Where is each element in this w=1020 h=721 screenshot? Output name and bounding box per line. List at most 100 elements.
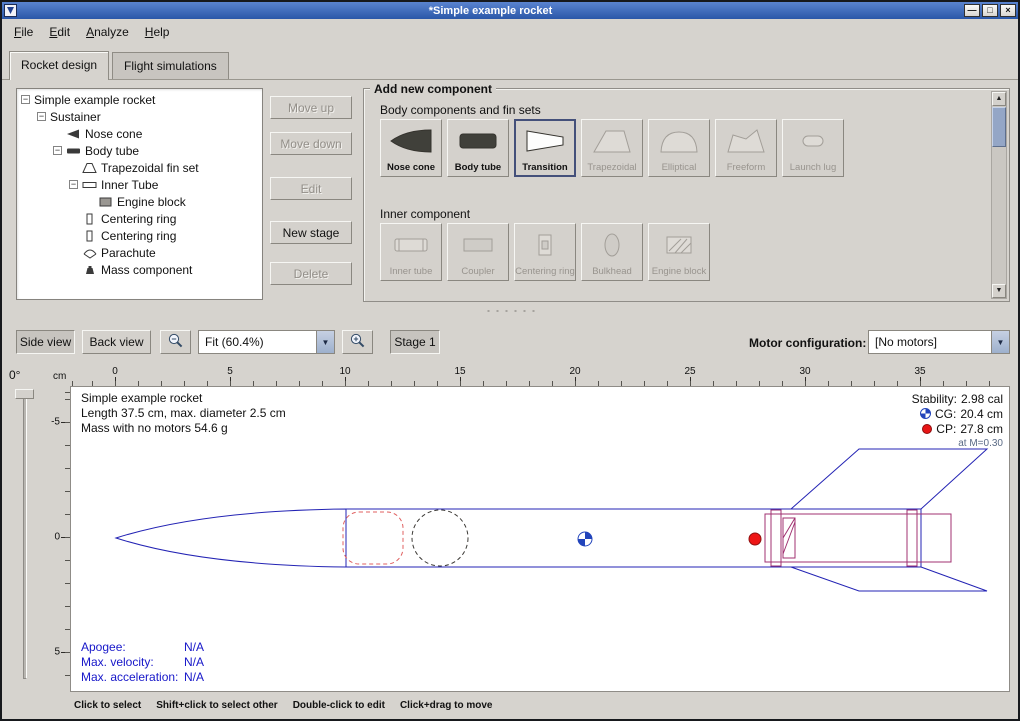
status-hint: Double-click to edit bbox=[293, 700, 385, 711]
rocket-info-line: Mass with no motors 54.6 g bbox=[81, 421, 286, 436]
flight-data: Apogee:N/AMax. velocity:N/AMax. accelera… bbox=[81, 640, 204, 685]
design-canvas[interactable]: Simple example rocket Length 37.5 cm, ma… bbox=[70, 386, 1010, 692]
back-view-button[interactable]: Back view bbox=[82, 330, 151, 354]
scroll-up-icon[interactable]: ▲ bbox=[992, 92, 1006, 106]
component-button-label: Trapezoidal bbox=[587, 162, 636, 176]
component-scrollbar[interactable]: ▲ ▼ bbox=[991, 91, 1007, 299]
menu-file[interactable]: File bbox=[6, 21, 41, 43]
side-view-button[interactable]: Side view bbox=[16, 330, 75, 354]
mass-icon bbox=[82, 264, 98, 276]
close-icon[interactable]: × bbox=[1000, 4, 1016, 17]
component-button-label: Centering ring bbox=[515, 266, 575, 280]
component-centering-ring-button: Centering ring bbox=[514, 223, 576, 281]
tree-item-label: Inner Tube bbox=[101, 178, 158, 192]
chevron-down-icon[interactable]: ▼ bbox=[316, 331, 334, 353]
component-nose-cone-button[interactable]: Nose cone bbox=[380, 119, 442, 177]
ruler-tick bbox=[575, 377, 576, 386]
tree-item-simple-example-rocket[interactable]: −Simple example rocket bbox=[17, 91, 262, 108]
tree-item-trapezoidal-fin-set[interactable]: Trapezoidal fin set bbox=[17, 159, 262, 176]
tree-item-inner-tube[interactable]: − Inner Tube bbox=[17, 176, 262, 193]
motor-configuration-select[interactable]: [No motors] ▼ bbox=[868, 330, 1010, 354]
component-button-label: Launch lug bbox=[790, 162, 836, 176]
ruler-label: -5 bbox=[51, 417, 60, 428]
tree-item-mass-component[interactable]: Mass component bbox=[17, 261, 262, 278]
tree-item-engine-block[interactable]: Engine block bbox=[17, 193, 262, 210]
centering-ring-aft-shape[interactable] bbox=[907, 510, 917, 566]
component-button-label: Freeform bbox=[727, 162, 766, 176]
maximize-icon[interactable]: □ bbox=[982, 4, 998, 17]
chevron-down-icon[interactable]: ▼ bbox=[991, 331, 1009, 353]
fin-lower-shape[interactable] bbox=[791, 567, 987, 591]
move-down-button: Move down bbox=[270, 132, 352, 155]
component-transition-button[interactable]: Transition bbox=[514, 119, 576, 177]
scroll-down-icon[interactable]: ▼ bbox=[992, 284, 1006, 298]
tree-item-parachute[interactable]: Parachute bbox=[17, 244, 262, 261]
tree-item-label: Parachute bbox=[101, 246, 156, 260]
menu-edit[interactable]: Edit bbox=[41, 21, 78, 43]
centeringring-icon bbox=[523, 224, 567, 266]
tab-flight-simulations[interactable]: Flight simulations bbox=[112, 52, 229, 79]
tree-item-centering-ring[interactable]: Centering ring bbox=[17, 227, 262, 244]
nose-cone-shape[interactable] bbox=[116, 509, 346, 567]
rotation-slider-handle[interactable] bbox=[15, 389, 34, 399]
nosecone-icon bbox=[66, 128, 82, 140]
flight-data-value: N/A bbox=[184, 640, 204, 654]
ruler-tick bbox=[805, 377, 806, 386]
tree-item-nose-cone[interactable]: Nose cone bbox=[17, 125, 262, 142]
motor-configuration-value: [No motors] bbox=[869, 335, 991, 349]
tree-item-body-tube[interactable]: −Body tube bbox=[17, 142, 262, 159]
centering-ring-fore-shape[interactable] bbox=[771, 510, 781, 566]
fin-upper-shape[interactable] bbox=[791, 449, 987, 509]
tree-item-label: Centering ring bbox=[101, 229, 176, 243]
rotation-value: 0° bbox=[9, 368, 20, 382]
parachute-shape[interactable] bbox=[343, 512, 403, 564]
new-stage-button[interactable]: New stage bbox=[270, 221, 352, 244]
cg-label: CG: bbox=[935, 407, 956, 421]
flight-data-label: Max. velocity: bbox=[81, 655, 184, 670]
cp-label: CP: bbox=[936, 422, 956, 436]
expander-icon[interactable]: − bbox=[37, 112, 46, 121]
expander-icon[interactable]: − bbox=[21, 95, 30, 104]
zoom-in-button[interactable] bbox=[342, 330, 373, 354]
menu-help[interactable]: Help bbox=[137, 21, 178, 43]
splitter-handle[interactable] bbox=[484, 309, 536, 313]
tree-item-label: Centering ring bbox=[101, 212, 176, 226]
tree-item-sustainer[interactable]: −Sustainer bbox=[17, 108, 262, 125]
scrollbar-thumb[interactable] bbox=[992, 107, 1006, 147]
body-tube-shape[interactable] bbox=[346, 509, 921, 567]
ruler-label: 20 bbox=[569, 366, 580, 377]
menu-analyze[interactable]: Analyze bbox=[78, 21, 137, 43]
vertical-ruler: -505 bbox=[48, 386, 70, 692]
motor-configuration-label: Motor configuration: bbox=[749, 336, 866, 350]
minimize-icon[interactable]: — bbox=[964, 4, 980, 17]
status-hint: Click+drag to move bbox=[400, 700, 493, 711]
title-bar[interactable]: *Simple example rocket — □ × bbox=[2, 2, 1018, 19]
status-hint: Click to select bbox=[74, 700, 141, 711]
mass-component-shape[interactable] bbox=[412, 510, 468, 566]
rotation-slider[interactable] bbox=[23, 391, 27, 679]
component-tree[interactable]: −Simple example rocket−SustainerNose con… bbox=[16, 88, 263, 300]
component-button-label: Transition bbox=[522, 162, 567, 176]
ruler-tick bbox=[61, 422, 70, 423]
trapezoidal-icon bbox=[590, 120, 634, 162]
component-body-tube-button[interactable]: Body tube bbox=[447, 119, 509, 177]
component-launch-lug-button: Launch lug bbox=[782, 119, 844, 177]
cg-icon bbox=[920, 408, 931, 419]
ruler-label: 0 bbox=[54, 532, 60, 543]
cp-icon bbox=[922, 424, 932, 434]
expander-icon[interactable]: − bbox=[69, 180, 78, 189]
ruler-label: 25 bbox=[684, 366, 695, 377]
action-buttons: Move upMove downEditNew stageDelete bbox=[270, 2, 352, 302]
expander-icon[interactable]: − bbox=[53, 146, 62, 155]
tab-rocket-design[interactable]: Rocket design bbox=[9, 51, 109, 80]
stage-1-toggle[interactable]: Stage 1 bbox=[390, 330, 440, 354]
zoom-select[interactable]: Fit (60.4%) ▼ bbox=[198, 330, 335, 354]
innertube-icon bbox=[82, 179, 98, 191]
rocket-info-line: Length 37.5 cm, max. diameter 2.5 cm bbox=[81, 406, 286, 421]
component-trapezoidal-button: Trapezoidal bbox=[581, 119, 643, 177]
cg-value: 20.4 cm bbox=[960, 407, 1003, 421]
zoom-out-button[interactable] bbox=[160, 330, 191, 354]
cg-marker bbox=[578, 532, 592, 546]
tree-item-centering-ring[interactable]: Centering ring bbox=[17, 210, 262, 227]
flight-data-value: N/A bbox=[184, 670, 204, 684]
